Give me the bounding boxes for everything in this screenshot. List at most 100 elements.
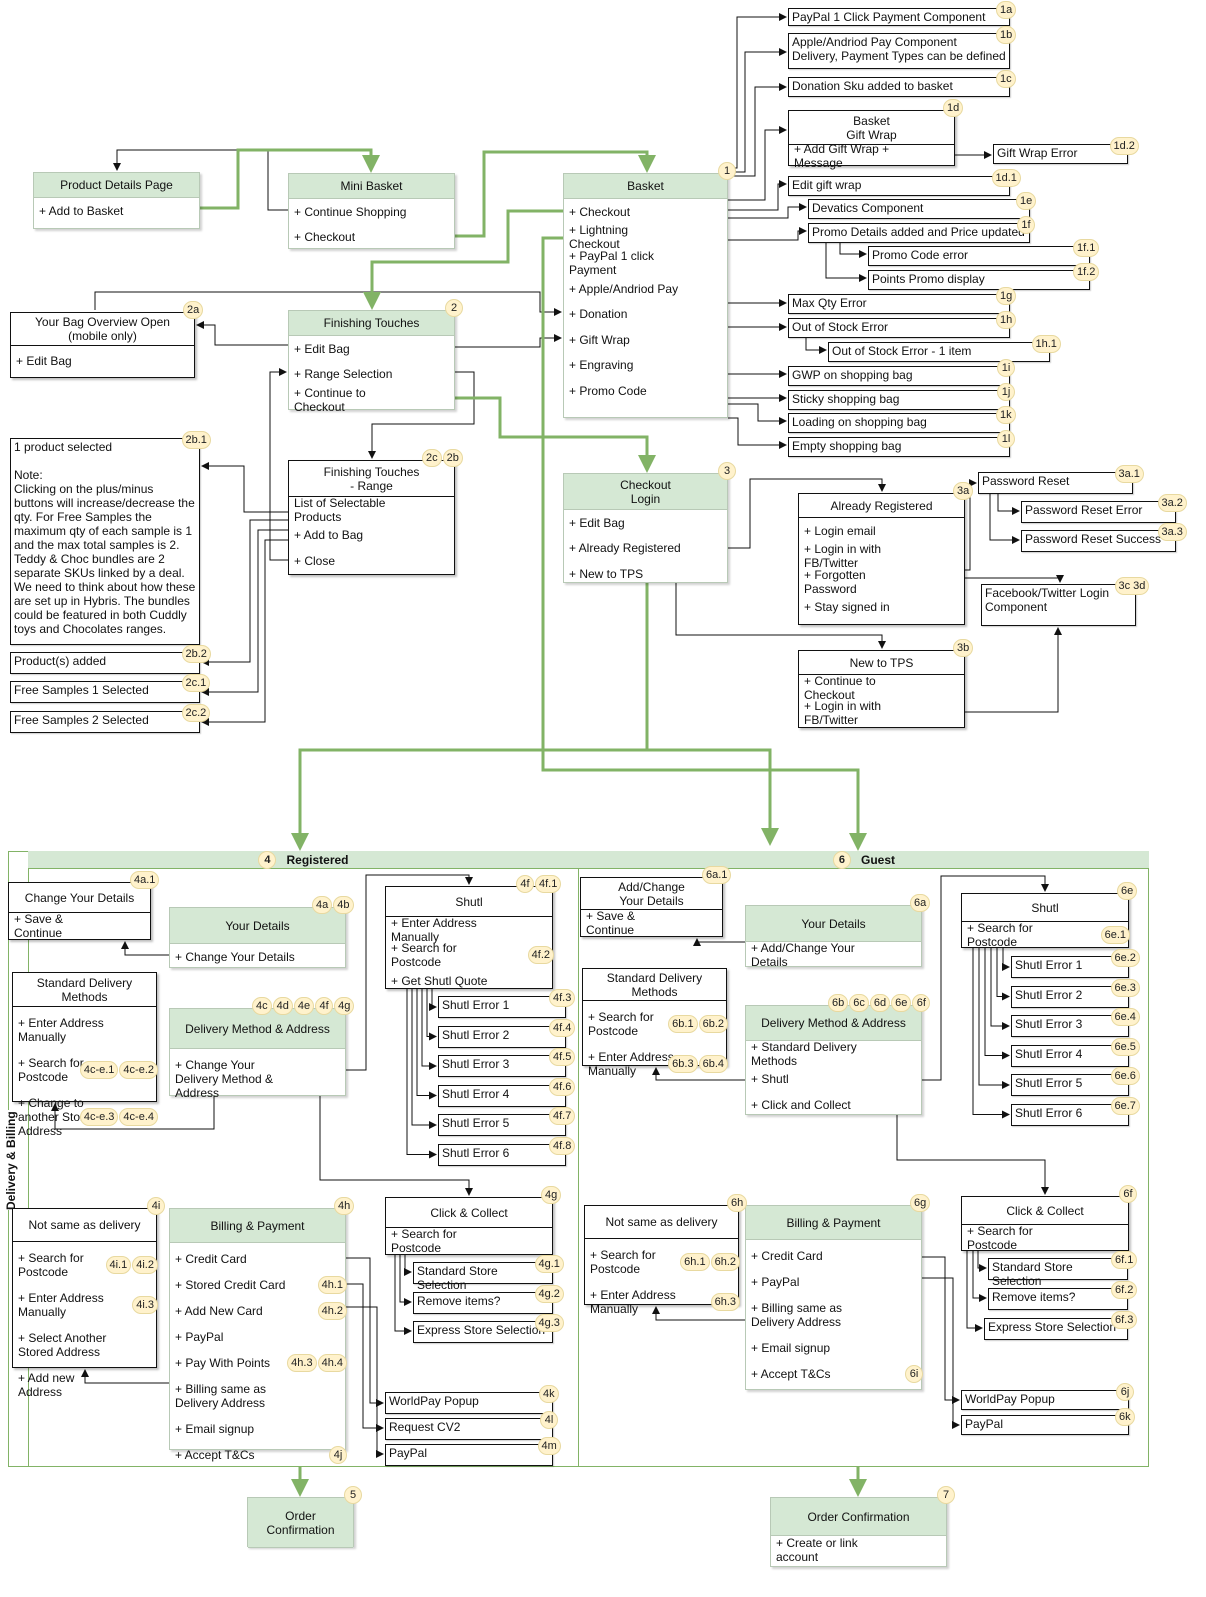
node-r-sdm[interactable]: Standard Delivery Methods + Enter Address… [12, 972, 158, 1138]
node-item[interactable]: + Change Your Delivery Method & Address [170, 1055, 345, 1103]
node-item[interactable]: List of Selectable Products [289, 496, 454, 524]
node-item[interactable]: + Standard Delivery Methods [746, 1040, 921, 1068]
node-newtps[interactable]: New to TPS + Continue to Checkout + Login … [798, 650, 965, 728]
note-n1l[interactable]: Empty shopping bag [788, 437, 1010, 457]
node-item[interactable]: + Add new Address [13, 1368, 156, 1402]
node-item[interactable]: + Edit Bag [564, 510, 727, 536]
note-n1f2[interactable]: Points Promo display [868, 270, 1090, 290]
node-basket[interactable]: Basket + Checkout + Lightning Checkout + Pa… [563, 173, 728, 418]
node-item[interactable]: + Lightning Checkout [564, 223, 727, 251]
note-r-cv[interactable]: Request CV2 [385, 1418, 553, 1440]
note-n1e[interactable]: Devatics Component [808, 199, 1030, 219]
node-bagov[interactable]: Your Bag Overview Open (mobile only) + Ed… [10, 312, 195, 378]
node-item[interactable]: + Credit Card [170, 1249, 345, 1269]
node-item[interactable]: + Billing same as Delivery Address [170, 1379, 345, 1413]
node-pdp[interactable]: Product Details Page + Add to Basket [33, 172, 200, 229]
node-ftr[interactable]: Finishing Touches - Range List of Selecta… [288, 460, 455, 575]
node-item[interactable]: + Add Gift Wrap + Message [789, 142, 954, 170]
node-item[interactable]: + Email signup [746, 1338, 921, 1358]
node-item[interactable]: + Select Another Stored Address [13, 1328, 156, 1362]
node-item[interactable]: + Add New Card 4h.2 [170, 1301, 347, 1321]
node-ft[interactable]: Finishing Touches + Edit Bag + Range Selec… [288, 310, 455, 414]
node-item[interactable]: + Change Your Details [170, 944, 345, 969]
node-login[interactable]: Checkout Login + Edit Bag + Already Regist… [563, 473, 728, 583]
node-item[interactable]: + Change to another Stored Address 4c-e.3… [13, 1093, 158, 1141]
note-n1g[interactable]: Max Qty Error [788, 294, 1010, 314]
node-g-nsd[interactable]: Not same as delivery + Search for Postcod… [584, 1205, 740, 1316]
note-n2c1[interactable]: Free Samples 1 Selected [10, 681, 200, 703]
node-item[interactable]: + Click and Collect [746, 1092, 921, 1118]
note-r-e4[interactable]: Shutl Error 4 [438, 1084, 566, 1107]
node-item[interactable]: + Login in with FB/Twitter [799, 699, 964, 727]
node-r-change[interactable]: Change Your Details + Save & Continue [8, 882, 151, 940]
node-item[interactable]: + Search for Postcode 6h.1 6h.2 [585, 1245, 740, 1279]
node-item[interactable]: + Pay With Points 4h.3 4h.4 [170, 1353, 347, 1373]
node-r-nsd[interactable]: Not same as delivery + Search for Postcod… [12, 1208, 158, 1399]
node-item[interactable]: + Close [289, 548, 454, 574]
node-item[interactable]: + Create or link account [771, 1536, 946, 1564]
note-g-pp[interactable]: PayPal [961, 1415, 1129, 1435]
node-mini[interactable]: Mini Basket + Continue Shopping + Checkout [288, 173, 455, 249]
node-item[interactable]: + Stay signed in [799, 595, 964, 621]
note-r-s1[interactable]: Standard Store Selection [413, 1262, 553, 1292]
note-n1d2[interactable]: Gift Wrap Error [993, 144, 1128, 164]
note-n3c[interactable]: Facebook/Twitter Login Component [981, 584, 1136, 626]
note-r-wp[interactable]: WorldPay Popup [385, 1392, 553, 1414]
node-item[interactable]: + Forgotten Password [799, 568, 964, 596]
note-n1c[interactable]: Donation Sku added to basket [788, 77, 1010, 97]
note-r-s3[interactable]: Express Store Selection [413, 1321, 553, 1343]
note-n1d1[interactable]: Edit gift wrap [788, 176, 1010, 196]
node-item[interactable]: + Checkout [289, 224, 454, 249]
node-g-sdm[interactable]: Standard Delivery Methods + Search for Po… [582, 968, 728, 1078]
node-item[interactable]: + Promo Code [564, 378, 727, 404]
note-n1k[interactable]: Loading on shopping bag [788, 413, 1010, 433]
node-item[interactable]: + Get Shutl Quote [386, 968, 552, 994]
node-item[interactable]: + Search for Postcode [962, 1224, 1128, 1252]
node-item[interactable]: + Login email [799, 518, 964, 544]
note-n1a[interactable]: PayPal 1 Click Payment Component [788, 8, 1010, 26]
note-g-s3[interactable]: Express Store Selection [984, 1318, 1128, 1340]
node-item[interactable]: + Search for Postcode 4f.2 [386, 941, 554, 969]
node-item[interactable]: + Enter Address Manually 6b.3 6b.4 [583, 1047, 728, 1081]
note-n2b2[interactable]: Product(s) added [10, 652, 200, 674]
node-already[interactable]: Already Registered + Login email + Login i… [798, 493, 965, 625]
node-item[interactable]: + Edit Bag [11, 346, 194, 376]
note-n1h[interactable]: Out of Stock Error [788, 318, 1010, 338]
node-r-bp[interactable]: Billing & Payment + Credit Card + Stored C… [169, 1208, 347, 1464]
node-item[interactable]: + Donation [564, 301, 727, 327]
node-item[interactable]: + Search for Postcode [386, 1227, 552, 1255]
node-g-change[interactable]: Add/Change Your Details + Save & Continue [580, 877, 723, 937]
note-n1h1[interactable]: Out of Stock Error - 1 item [828, 342, 1050, 362]
node-item[interactable]: + Enter Address Manually [386, 916, 552, 944]
node-g-cc[interactable]: Click & Collect + Search for Postcode [961, 1196, 1129, 1252]
node-oc5[interactable]: Order Confirmation [247, 1497, 354, 1548]
node-item[interactable]: + Continue to Checkout [799, 674, 964, 702]
node-item[interactable]: + Save & Continue [581, 909, 722, 937]
node-g-yd[interactable]: Your Details + Add/Change Your Details [745, 905, 922, 969]
node-item[interactable]: + Accept T&Cs 4j [170, 1445, 347, 1465]
node-item[interactable]: + Save & Continue [9, 912, 150, 940]
node-item[interactable]: + Checkout [564, 199, 727, 225]
node-item[interactable]: + Gift Wrap [564, 327, 727, 353]
note-n3a1[interactable]: Password Reset [978, 472, 1133, 494]
node-item[interactable]: + Shutl [746, 1067, 921, 1093]
note-g-wp[interactable]: WorldPay Popup [961, 1390, 1129, 1410]
note-r-e1[interactable]: Shutl Error 1 [438, 996, 566, 1018]
node-r-yd[interactable]: Your Details + Change Your Details [169, 907, 346, 968]
node-item[interactable]: + Enter Address Manually 6h.3 [585, 1285, 740, 1319]
node-item[interactable]: + Edit Bag [289, 336, 454, 362]
node-item[interactable]: + Continue to Checkout [289, 386, 454, 414]
note-n1f[interactable]: Promo Details added and Price updated [808, 223, 1030, 243]
note-n1f1[interactable]: Promo Code error [868, 246, 1090, 266]
node-item[interactable]: + Continue Shopping [289, 199, 454, 224]
note-r-pp[interactable]: PayPal [385, 1444, 553, 1466]
note-n1b[interactable]: Apple/Andriod Pay Component Delivery, Pa… [788, 33, 1010, 69]
node-item[interactable]: + Apple/Andriod Pay [564, 276, 727, 302]
node-oc7[interactable]: Order Confirmation + Create or link accou… [770, 1497, 947, 1567]
node-item[interactable]: + Search for Postcode 6e.1 [962, 921, 1130, 949]
node-item[interactable]: + PayPal 1 click Payment [564, 249, 727, 277]
note-r-s2[interactable]: Remove items? [413, 1292, 553, 1314]
node-item[interactable]: + New to TPS [564, 561, 727, 587]
node-item[interactable]: + Search for Postcode 4i.1 4i.2 [13, 1248, 158, 1282]
node-item[interactable]: + Enter Address Manually 4i.3 [13, 1288, 158, 1322]
